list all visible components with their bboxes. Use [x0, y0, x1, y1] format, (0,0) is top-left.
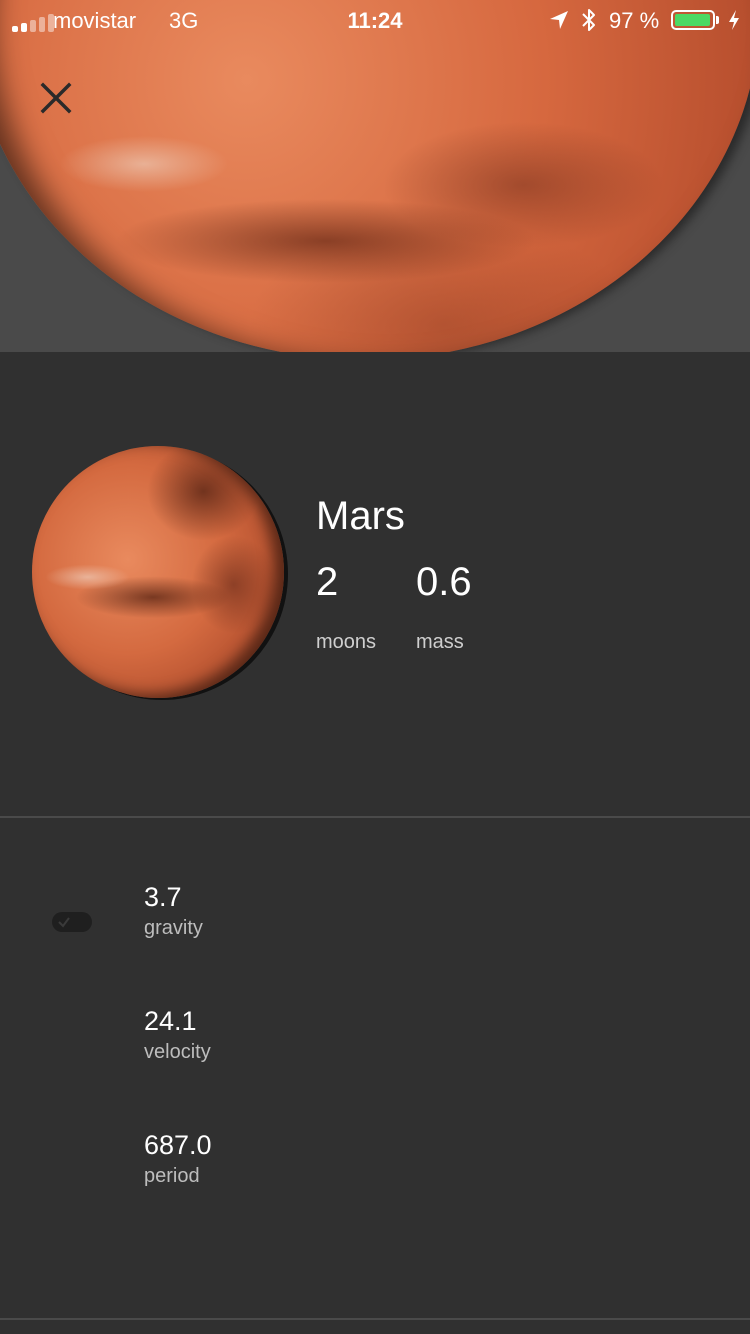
section-divider	[0, 816, 750, 818]
battery-percent: 97 %	[609, 8, 660, 33]
gravity-value: 3.7	[144, 882, 182, 912]
hero-planet-image	[0, 0, 750, 352]
hero-image: movistar 3G 11:24 97 %	[0, 0, 750, 352]
planet-thumbnail	[32, 446, 284, 698]
charging-bolt-icon	[729, 10, 739, 30]
check-icon	[58, 917, 70, 928]
bottom-divider	[0, 1318, 750, 1320]
close-icon	[40, 82, 72, 114]
bluetooth-icon	[582, 9, 595, 31]
period-value: 687.0	[144, 1130, 212, 1160]
mass-label: mass	[416, 631, 464, 653]
planet-name: Mars	[316, 494, 405, 538]
battery-level	[675, 14, 710, 26]
moons-label: moons	[316, 631, 377, 653]
battery-nub	[716, 16, 719, 24]
gravity-toggle[interactable]	[52, 912, 92, 932]
close-button[interactable]	[36, 78, 76, 118]
mass-value: 0.6	[416, 560, 472, 604]
battery-icon	[671, 10, 715, 30]
period-label: period	[144, 1165, 200, 1187]
location-arrow-icon	[550, 11, 568, 29]
status-bar: movistar 3G 11:24 97 %	[0, 0, 750, 40]
moons-value: 2	[316, 560, 339, 604]
velocity-label: velocity	[144, 1041, 211, 1063]
velocity-value: 24.1	[144, 1006, 197, 1036]
gravity-label: gravity	[144, 917, 203, 939]
